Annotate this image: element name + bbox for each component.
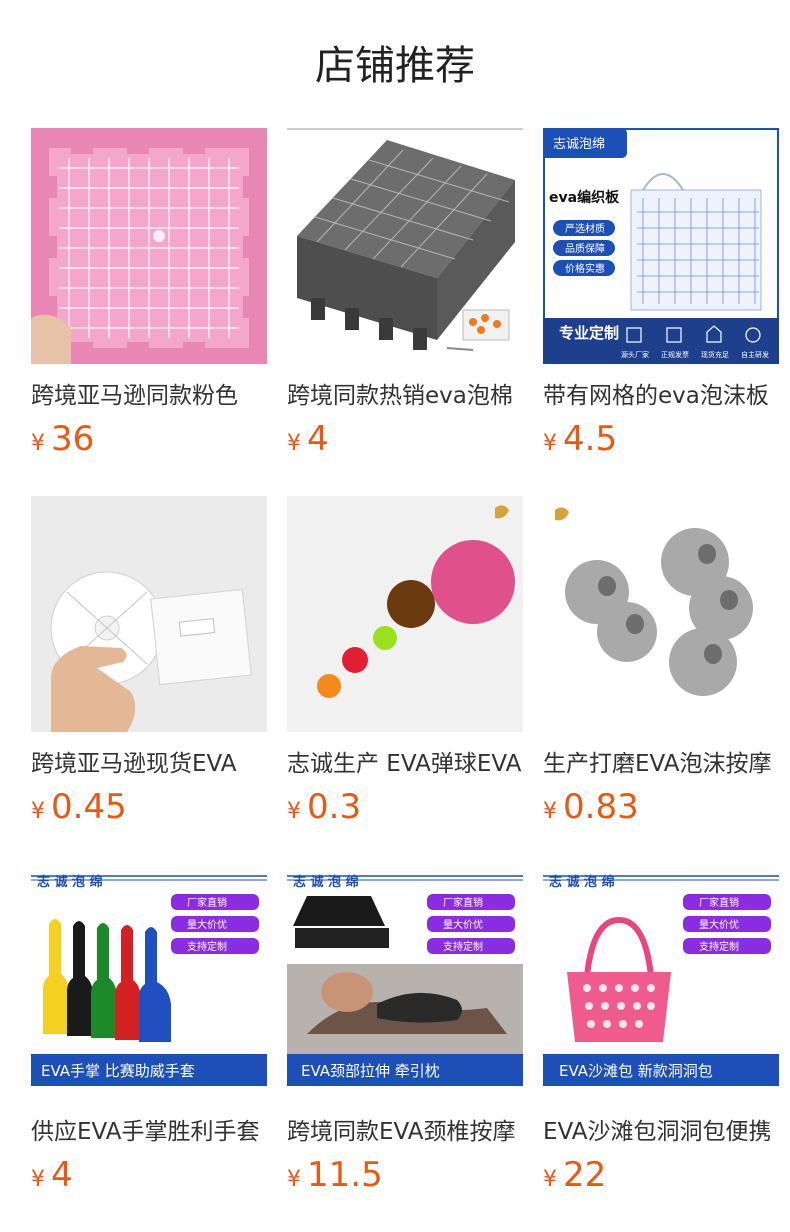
product-card[interactable]: 志诚生产 EVA弹球EVA ¥0.3: [287, 496, 523, 833]
image-banner-text: EVA手掌 比赛助威手套: [41, 1062, 195, 1080]
product-card[interactable]: 志 诚 泡 绵 厂家直销 量大价优 支持定制 EVA颈部拉伸 牵引枕 跨境同款E…: [287, 864, 523, 1201]
product-name[interactable]: 供应EVA手掌胜利手套: [31, 1117, 267, 1147]
image-brand-text: 志诚泡绵: [553, 137, 605, 152]
image-tag-text: 品质保障: [565, 242, 605, 255]
image-tag-text: 支持定制: [443, 940, 483, 953]
product-price: ¥11.5: [287, 1155, 523, 1201]
price-value: 4.5: [563, 419, 618, 459]
product-card[interactable]: 志 诚 泡 绵 厂家直销 量大价优 支持定制 EVA手掌 比赛助威手套 供应EV…: [31, 864, 267, 1201]
product-image[interactable]: 志诚泡绵 eva编织板 严选材质 品质保障 价格实惠 专业定制 源头厂家 正规发…: [543, 128, 779, 364]
product-image[interactable]: [31, 128, 267, 364]
product-name[interactable]: 志诚生产 EVA弹球EVA: [287, 749, 523, 779]
price-value: 22: [563, 1155, 607, 1195]
image-icon-caption: 自主研发: [741, 350, 769, 359]
product-image[interactable]: [31, 496, 267, 732]
product-price: ¥0.45: [31, 787, 267, 833]
product-name[interactable]: 跨境亚马逊现货EVA: [31, 749, 267, 779]
currency-symbol: ¥: [287, 799, 301, 824]
price-value: 0.45: [51, 787, 127, 827]
image-icon-caption: 正规发票: [661, 350, 689, 359]
product-image[interactable]: [543, 496, 779, 732]
product-card[interactable]: 跨境同款热销eva泡棉 ¥4: [287, 128, 523, 465]
product-card[interactable]: 志诚泡绵 eva编织板 严选材质 品质保障 价格实惠 专业定制 源头厂家 正规发…: [543, 128, 779, 465]
image-icon-caption: 源头厂家: [621, 350, 649, 359]
product-price: ¥4: [287, 419, 523, 465]
product-name[interactable]: 跨境亚马逊同款粉色: [31, 381, 267, 411]
product-price: ¥4.5: [543, 419, 779, 465]
product-price: ¥36: [31, 419, 267, 465]
page-title: 店铺推荐: [315, 43, 475, 89]
image-banner-text: 专业定制: [559, 324, 619, 342]
currency-symbol: ¥: [287, 431, 301, 456]
product-name[interactable]: 跨境同款EVA颈椎按摩: [287, 1117, 523, 1147]
product-name[interactable]: 生产打磨EVA泡沫按摩: [543, 749, 779, 779]
image-tag-text: 量大价优: [187, 918, 227, 931]
product-name[interactable]: 跨境同款热销eva泡棉: [287, 381, 523, 411]
product-card[interactable]: 志 诚 泡 绵 厂家直销 量大价优 支持定制 EVA沙滩包 新款洞洞包 EVA沙…: [543, 864, 779, 1201]
currency-symbol: ¥: [543, 1167, 557, 1192]
currency-symbol: ¥: [543, 431, 557, 456]
image-heading-text: eva编织板: [549, 189, 620, 206]
product-image[interactable]: 志 诚 泡 绵 厂家直销 量大价优 支持定制 EVA颈部拉伸 牵引枕: [287, 864, 523, 1100]
image-banner-text: EVA沙滩包 新款洞洞包: [559, 1062, 713, 1080]
image-banner-text: EVA颈部拉伸 牵引枕: [301, 1062, 440, 1080]
image-tag-text: 支持定制: [699, 940, 739, 953]
product-image[interactable]: 志 诚 泡 绵 厂家直销 量大价优 支持定制 EVA沙滩包 新款洞洞包: [543, 864, 779, 1100]
currency-symbol: ¥: [31, 431, 45, 456]
price-value: 11.5: [307, 1155, 383, 1195]
image-tag-text: 严选材质: [565, 222, 605, 235]
product-price: ¥0.83: [543, 787, 779, 833]
currency-symbol: ¥: [543, 799, 557, 824]
product-image[interactable]: [287, 128, 523, 364]
image-tag-text: 量大价优: [443, 918, 483, 931]
price-value: 4: [307, 419, 329, 459]
image-icon-caption: 现货充足: [701, 350, 729, 359]
image-tag-text: 厂家直销: [699, 896, 739, 909]
product-card[interactable]: 生产打磨EVA泡沫按摩 ¥0.83: [543, 496, 779, 833]
product-price: ¥0.3: [287, 787, 523, 833]
product-price: ¥22: [543, 1155, 779, 1201]
product-image[interactable]: [287, 496, 523, 732]
currency-symbol: ¥: [31, 1167, 45, 1192]
image-tag-text: 厂家直销: [443, 896, 483, 909]
price-value: 0.83: [563, 787, 639, 827]
image-tag-text: 价格实惠: [565, 262, 605, 275]
image-tag-text: 厂家直销: [187, 896, 227, 909]
currency-symbol: ¥: [31, 799, 45, 824]
product-name[interactable]: EVA沙滩包洞洞包便携: [543, 1117, 779, 1147]
currency-symbol: ¥: [287, 1167, 301, 1192]
price-value: 36: [51, 419, 95, 459]
product-card[interactable]: 跨境亚马逊同款粉色 ¥36: [31, 128, 267, 465]
image-tag-text: 量大价优: [699, 918, 739, 931]
product-name[interactable]: 带有网格的eva泡沫板: [543, 381, 779, 411]
product-image[interactable]: 志 诚 泡 绵 厂家直销 量大价优 支持定制 EVA手掌 比赛助威手套: [31, 864, 267, 1100]
product-card[interactable]: 跨境亚马逊现货EVA ¥0.45: [31, 496, 267, 833]
product-price: ¥4: [31, 1155, 267, 1201]
price-value: 0.3: [307, 787, 362, 827]
price-value: 4: [51, 1155, 73, 1195]
image-tag-text: 支持定制: [187, 940, 227, 953]
